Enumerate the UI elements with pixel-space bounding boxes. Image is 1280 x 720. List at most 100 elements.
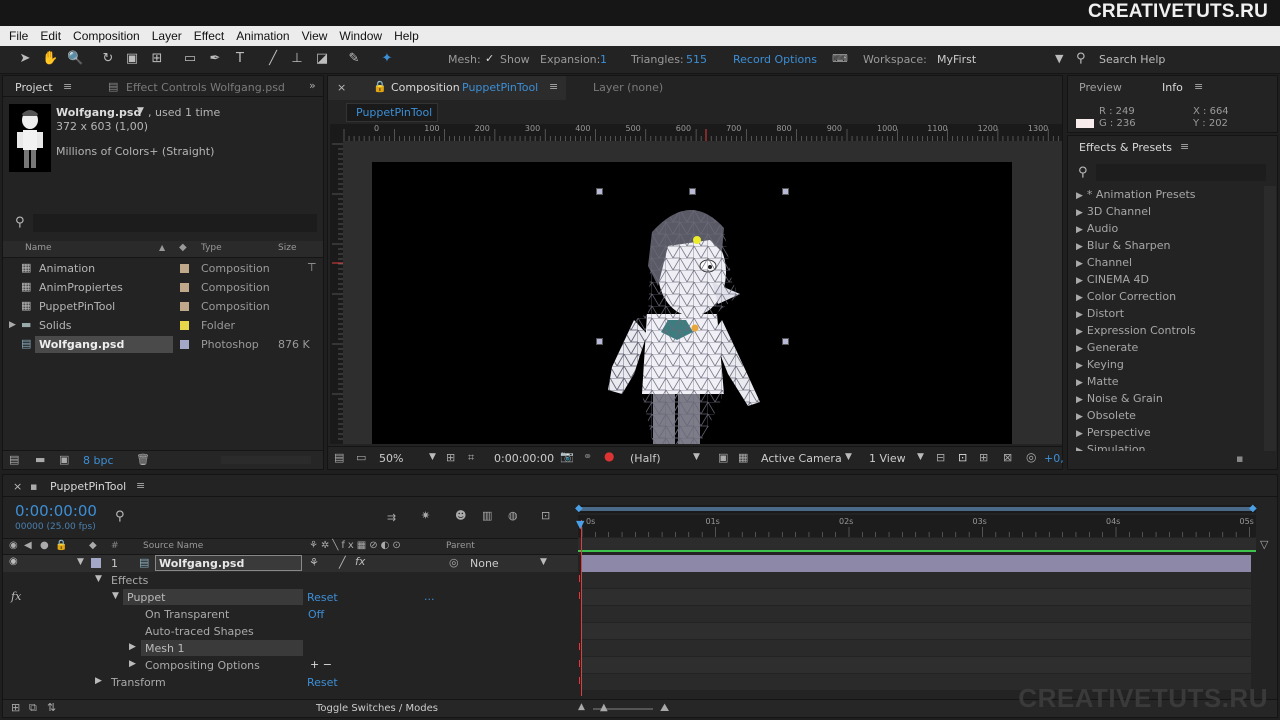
zoom-select[interactable]: 50% bbox=[379, 452, 403, 465]
effect-fx-icon[interactable]: fx bbox=[11, 590, 21, 603]
project-item-row[interactable]: ▦ Animation Composition bbox=[3, 259, 323, 278]
workspace-chevron-down-icon[interactable]: ▼ bbox=[1055, 52, 1063, 65]
category-chevron-right-icon[interactable]: ▶ bbox=[1076, 259, 1083, 269]
pan-behind-tool-icon[interactable]: ⊞ bbox=[149, 51, 165, 67]
region-of-interest-icon[interactable]: ⌗ bbox=[468, 451, 474, 465]
view-layout-select[interactable]: 1 View bbox=[869, 452, 906, 465]
effects-category-item[interactable]: ▶ Matte bbox=[1076, 375, 1119, 388]
close-comp-tab-icon[interactable]: × bbox=[337, 81, 346, 94]
shy-layers-icon[interactable]: ☻ bbox=[455, 509, 466, 522]
current-time[interactable]: 0:00:00:00 bbox=[494, 452, 554, 465]
effects-expand-chevron-down-icon[interactable]: ▼ bbox=[95, 574, 102, 584]
on-transparent-value[interactable]: Off bbox=[308, 608, 324, 621]
menu-file[interactable]: File bbox=[9, 26, 28, 43]
footer-switch-icon-3[interactable]: ⇅ bbox=[47, 701, 56, 714]
time-ruler[interactable]: 0s 01s 02s 03s 04s 05s bbox=[578, 515, 1256, 537]
work-area-bar[interactable] bbox=[578, 505, 1256, 513]
mesh-show-checkbox-icon[interactable]: ✓ bbox=[485, 52, 494, 65]
parent-select[interactable]: None bbox=[470, 557, 499, 570]
lock-icon[interactable]: 🔒 bbox=[373, 80, 387, 93]
column-name[interactable]: Name bbox=[25, 243, 52, 253]
project-item-row[interactable]: ▦ AnimPropiertes Composition bbox=[3, 278, 323, 297]
transform-reset-link[interactable]: Reset bbox=[307, 676, 338, 689]
zoom-tool-icon[interactable]: 🔍 bbox=[67, 51, 83, 67]
menu-help[interactable]: Help bbox=[394, 26, 419, 43]
effects-category-item[interactable]: ▶ * Animation Presets bbox=[1076, 188, 1196, 201]
effects-category-item[interactable]: ▶ 3D Channel bbox=[1076, 205, 1151, 218]
category-chevron-right-icon[interactable]: ▶ bbox=[1076, 242, 1083, 252]
effects-search-input[interactable] bbox=[1096, 164, 1266, 181]
effects-category-item[interactable]: ▶ Audio bbox=[1076, 222, 1118, 235]
tab-composition-name[interactable]: PuppetPinTool bbox=[462, 81, 538, 94]
search-help-input[interactable]: Search Help bbox=[1099, 53, 1165, 66]
eraser-tool-icon[interactable]: ◪ bbox=[314, 51, 330, 67]
compositing-expand-chevron-right-icon[interactable]: ▶ bbox=[129, 659, 136, 669]
snapshot-icon[interactable]: 📷 bbox=[560, 450, 574, 463]
current-time-indicator[interactable] bbox=[581, 520, 582, 696]
new-folder-icon[interactable]: ▬ bbox=[35, 453, 45, 466]
category-chevron-right-icon[interactable]: ▶ bbox=[1076, 310, 1083, 320]
exposure-value[interactable]: +0, bbox=[1044, 452, 1064, 465]
info-menu-icon[interactable]: ≡ bbox=[1194, 80, 1203, 93]
project-item-row[interactable]: ▦ PuppetPinTool Composition bbox=[3, 297, 323, 316]
reset-exposure-icon[interactable]: ◎ bbox=[1026, 450, 1036, 464]
layer-expand-chevron-down-icon[interactable]: ▼ bbox=[77, 557, 84, 567]
folder-expand-chevron-right-icon[interactable]: ▶ bbox=[9, 320, 16, 330]
mesh-expand-chevron-right-icon[interactable]: ▶ bbox=[129, 642, 136, 652]
camera-chevron-down-icon[interactable]: ▼ bbox=[845, 452, 852, 462]
brush-tool-icon[interactable]: ╱ bbox=[265, 51, 281, 67]
auto-traced-row[interactable]: Auto-traced Shapes bbox=[3, 623, 578, 640]
flowchart-view-icon[interactable]: ⊠ bbox=[1003, 451, 1012, 464]
category-chevron-right-icon[interactable]: ▶ bbox=[1076, 225, 1083, 235]
timeline-search-icon[interactable]: ⚲ bbox=[115, 509, 125, 524]
toggle-switches-modes-button[interactable]: Toggle Switches / Modes bbox=[316, 703, 438, 714]
lock-switch-icon[interactable]: 🔒 bbox=[55, 540, 67, 551]
category-chevron-right-icon[interactable]: ▶ bbox=[1076, 378, 1083, 388]
draft-3d-icon[interactable]: ✷ bbox=[421, 509, 430, 522]
tab-effect-controls[interactable]: Effect Controls Wolfgang.psd bbox=[126, 81, 285, 94]
category-chevron-right-icon[interactable]: ▶ bbox=[1076, 293, 1083, 303]
new-composition-icon[interactable]: ▣ bbox=[59, 453, 69, 466]
project-item-label-swatch[interactable] bbox=[180, 264, 189, 273]
effects-vscroll[interactable] bbox=[1264, 186, 1276, 451]
puppet-options-ellipsis[interactable]: ... bbox=[424, 590, 435, 603]
zoom-chevron-down-icon[interactable]: ▼ bbox=[429, 452, 436, 462]
effects-category-item[interactable]: ▶ Distort bbox=[1076, 307, 1124, 320]
layer-label-swatch[interactable] bbox=[91, 558, 101, 568]
category-chevron-right-icon[interactable]: ▶ bbox=[1076, 327, 1083, 337]
solo-switch-icon[interactable]: ● bbox=[40, 540, 49, 551]
puppet-effect-row[interactable]: fx ▼ Puppet Reset ... bbox=[3, 589, 578, 606]
comp-menu-icon[interactable]: ≡ bbox=[549, 80, 558, 93]
layer-quality-icon[interactable]: ╱ bbox=[339, 556, 346, 569]
camera-select[interactable]: Active Camera bbox=[761, 452, 842, 465]
effects-category-item[interactable]: ▶ Keying bbox=[1076, 358, 1124, 371]
comp-marker-icon[interactable]: ▽ bbox=[1260, 538, 1268, 551]
selection-tool-icon[interactable]: ➤ bbox=[17, 51, 33, 67]
effects-category-item[interactable]: ▶ CINEMA 4D bbox=[1076, 273, 1149, 286]
puppet-mesh-character[interactable] bbox=[372, 162, 1012, 444]
zoom-slider-thumb-icon[interactable]: ▲ bbox=[600, 702, 608, 713]
layer-duration-bar[interactable] bbox=[581, 555, 1251, 572]
workspace-select[interactable]: MyFirst bbox=[937, 53, 976, 66]
project-item-row[interactable]: ▤ Wolfgang.psd Photoshop 876 K bbox=[3, 335, 323, 354]
effects-menu-icon[interactable]: ≡ bbox=[1180, 140, 1189, 153]
hand-tool-icon[interactable]: ✋ bbox=[42, 51, 58, 67]
category-chevron-right-icon[interactable]: ▶ bbox=[1076, 395, 1083, 405]
menu-animation[interactable]: Animation bbox=[236, 26, 289, 43]
menu-window[interactable]: Window bbox=[339, 26, 382, 43]
show-snapshot-icon[interactable]: ⚭ bbox=[583, 450, 592, 463]
project-item-row[interactable]: ▶ ▬ Solids Folder bbox=[3, 316, 323, 335]
motion-blur-icon[interactable]: ◍ bbox=[508, 509, 518, 522]
layer-row-1[interactable]: ◉ ▼ 1 ▤ Wolfgang.psd ⚘ ╱ fx ◎ None ▼ bbox=[3, 555, 578, 572]
project-item-label-swatch[interactable] bbox=[180, 321, 189, 330]
sort-up-icon[interactable]: ▲ bbox=[159, 243, 165, 252]
tab-preview[interactable]: Preview bbox=[1079, 81, 1122, 94]
interpret-footage-icon[interactable]: ▤ bbox=[9, 453, 19, 466]
menu-edit[interactable]: Edit bbox=[40, 26, 61, 43]
rectangle-tool-icon[interactable]: ▭ bbox=[182, 51, 198, 67]
layer-visibility-icon[interactable]: ◉ bbox=[9, 556, 18, 567]
expansion-value[interactable]: 1 bbox=[600, 53, 607, 66]
category-chevron-right-icon[interactable]: ▶ bbox=[1076, 191, 1083, 201]
resolution-chevron-down-icon[interactable]: ▼ bbox=[693, 452, 700, 462]
project-menu-icon[interactable]: ≡ bbox=[63, 80, 72, 93]
